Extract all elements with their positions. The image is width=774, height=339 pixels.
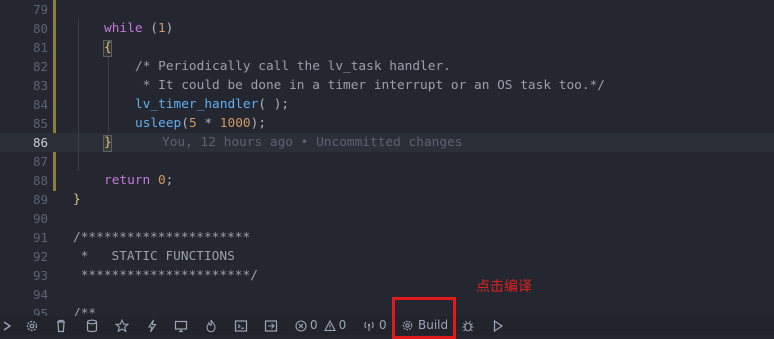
ports-count: 0 — [379, 318, 387, 332]
remote-icon[interactable] — [2, 316, 12, 335]
line-number: 90 — [32, 211, 48, 226]
warning-count: 0 — [338, 318, 347, 332]
error-count: 0 — [310, 318, 318, 332]
code-comment: /* Periodically call the lv_task handler… — [135, 59, 451, 74]
upload-arrow-icon[interactable] — [264, 316, 278, 335]
monitor-icon[interactable] — [174, 316, 188, 335]
status-bar: 0 0 0 Build — [0, 316, 774, 335]
line-number: 89 — [32, 192, 48, 207]
line-number: 87 — [32, 154, 48, 169]
git-modified-marker — [53, 0, 56, 191]
flash-icon[interactable] — [146, 316, 158, 335]
line-number: 83 — [32, 78, 48, 93]
git-blame-annotation: You, 12 hours ago • Uncommitted changes — [162, 135, 463, 150]
database-icon[interactable] — [86, 316, 98, 335]
code-line: } — [73, 192, 81, 207]
error-icon — [295, 319, 307, 332]
line-number: 85 — [32, 116, 48, 131]
code-comment: **********************/ — [73, 268, 258, 283]
line-number: 88 — [32, 173, 48, 188]
trash-icon[interactable] — [55, 316, 67, 335]
line-number: 84 — [32, 97, 48, 112]
line-number: 95 — [32, 306, 48, 316]
star-icon[interactable] — [115, 316, 129, 335]
line-number: 81 — [32, 40, 48, 55]
code-comment: * STATIC FUNCTIONS — [73, 249, 235, 264]
problems-indicator[interactable]: 0 0 — [295, 316, 346, 335]
line-number: 91 — [32, 230, 48, 245]
code-line: usleep(5 * 1000); — [135, 116, 267, 131]
line-number: 79 — [32, 2, 48, 17]
code-comment: /********************** — [73, 230, 251, 245]
code-line: return 0; — [104, 173, 174, 188]
line-number: 80 — [32, 21, 48, 36]
settings-gear-icon[interactable] — [25, 316, 39, 335]
line-number: 93 — [32, 268, 48, 283]
flame-icon[interactable] — [205, 316, 217, 335]
warning-icon — [323, 319, 336, 331]
annotation-label: 点击编译 — [476, 279, 532, 295]
line-number: 94 — [32, 287, 48, 302]
code-line: while (1) — [104, 21, 174, 36]
indent-guide — [78, 19, 79, 171]
line-number: 82 — [32, 59, 48, 74]
terminal-icon[interactable] — [234, 316, 248, 335]
ports-indicator[interactable]: 0 — [362, 316, 387, 335]
indent-guide — [108, 57, 109, 133]
code-editor[interactable]: 79 80 81 82 83 84 85 86 87 88 89 90 91 9… — [0, 0, 774, 316]
line-number-active: 86 — [32, 135, 48, 150]
debug-bug-icon[interactable] — [461, 316, 475, 335]
annotation-highlight-box — [392, 297, 456, 339]
run-play-icon[interactable] — [492, 316, 504, 335]
code-line: { — [104, 40, 112, 55]
code-line: } — [104, 135, 112, 150]
code-line: lv_timer_handler( ); — [135, 97, 290, 112]
code-comment: /** — [73, 306, 97, 316]
code-comment: * It could be done in a timer interrupt … — [135, 78, 605, 93]
line-number: 92 — [32, 249, 48, 264]
broadcast-icon — [364, 321, 374, 331]
